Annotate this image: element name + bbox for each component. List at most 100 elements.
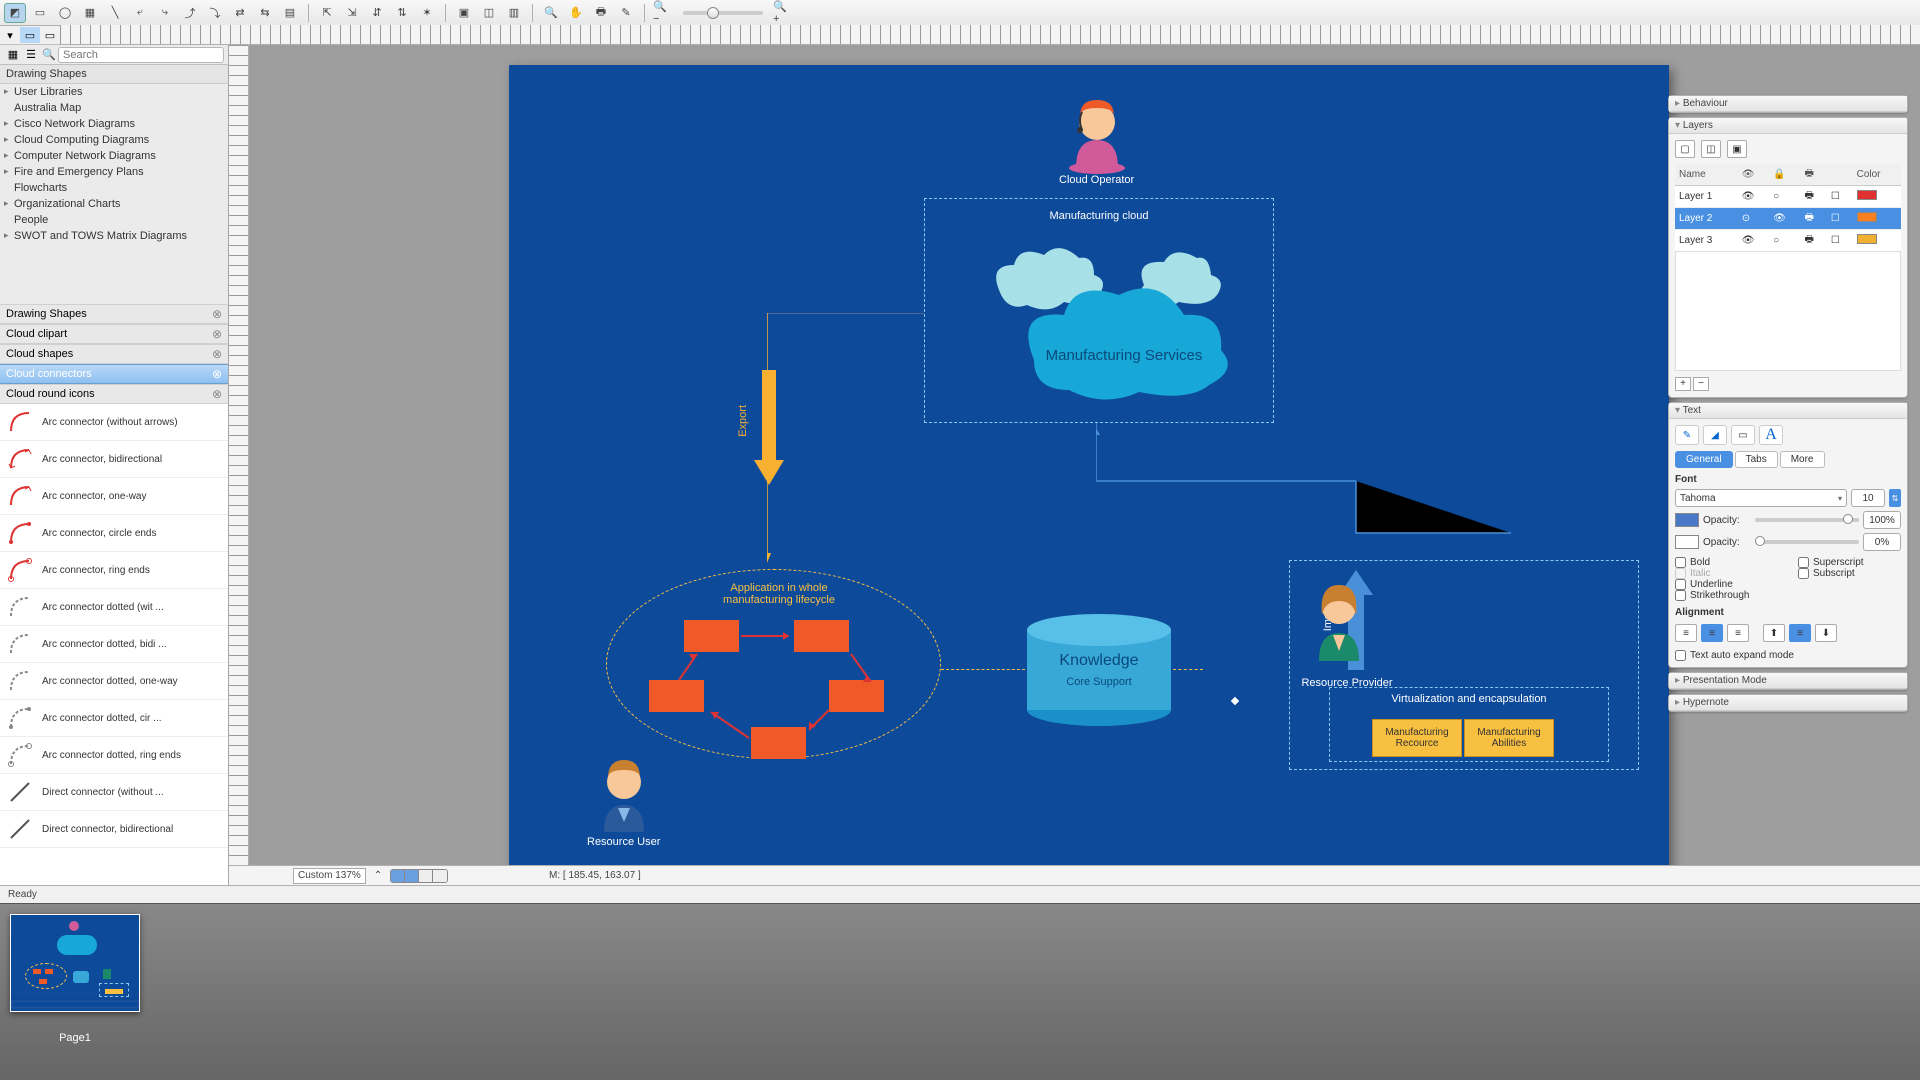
edit-tool[interactable]: ✎ xyxy=(615,3,637,23)
lib-cisco[interactable]: Cisco Network Diagrams xyxy=(0,116,228,132)
cat-cloud-round-icons[interactable]: Cloud round icons⊗ xyxy=(0,384,228,404)
mfg-resource-box[interactable]: Manufacturing Recource xyxy=(1372,719,1462,757)
lib-flowcharts[interactable]: Flowcharts xyxy=(0,180,228,196)
knowledge-cylinder[interactable]: Knowledge Core Support xyxy=(1024,610,1174,733)
text-section-title[interactable]: Text xyxy=(1669,403,1907,419)
layer-row[interactable]: Layer 2⊙👁🖶☐ xyxy=(1675,208,1901,230)
cat-cloud-connectors[interactable]: Cloud connectors⊗ xyxy=(0,364,228,384)
lib-cloud-computing[interactable]: Cloud Computing Diagrams xyxy=(0,132,228,148)
shape-item[interactable]: Arc connector, one-way xyxy=(0,478,228,515)
zoom-level[interactable]: Custom 137% xyxy=(293,868,366,884)
text-bg-swatch[interactable] xyxy=(1675,535,1699,549)
strike-checkbox[interactable]: Strikethrough xyxy=(1675,590,1778,601)
shape-item[interactable]: Arc connector, bidirectional xyxy=(0,441,228,478)
cat-cloud-clipart[interactable]: Cloud clipart⊗ xyxy=(0,324,228,344)
panel-toggle-3[interactable]: ▭ xyxy=(40,27,60,43)
lib-people[interactable]: People xyxy=(0,212,228,228)
lib-org-charts[interactable]: Organizational Charts xyxy=(0,196,228,212)
opacity-value-1[interactable]: 100% xyxy=(1863,511,1901,529)
connector-tool-1[interactable]: ⤶ xyxy=(129,3,151,23)
group-tool-1[interactable]: ▣ xyxy=(453,3,475,23)
layer-row[interactable]: Layer 3👁○🖶☐ xyxy=(1675,230,1901,252)
align-left[interactable]: ≡ xyxy=(1675,624,1697,642)
valign-bottom[interactable]: ⬇ xyxy=(1815,624,1837,642)
close-icon[interactable]: ⊗ xyxy=(212,387,222,401)
underline-checkbox[interactable]: Underline xyxy=(1675,579,1778,590)
list-view-icon[interactable]: ☰ xyxy=(22,47,40,63)
text-color-icon[interactable]: ✎ xyxy=(1675,425,1699,445)
cat-cloud-shapes[interactable]: Cloud shapes⊗ xyxy=(0,344,228,364)
lib-computer-network[interactable]: Computer Network Diagrams xyxy=(0,148,228,164)
close-icon[interactable]: ⊗ xyxy=(212,327,222,341)
lib-fire-emergency[interactable]: Fire and Emergency Plans xyxy=(0,164,228,180)
text-font-icon[interactable]: A xyxy=(1759,425,1783,445)
align-center[interactable]: ≡ xyxy=(1701,624,1723,642)
opacity-slider-2[interactable] xyxy=(1755,540,1859,544)
shape-item[interactable]: Arc connector dotted, bidi ... xyxy=(0,626,228,663)
shape-search-input[interactable] xyxy=(58,47,224,63)
mfg-abilities-box[interactable]: Manufacturing Abilities xyxy=(1464,719,1554,757)
valign-middle[interactable]: ≡ xyxy=(1789,624,1811,642)
resource-user-figure[interactable]: Resource User xyxy=(587,750,660,848)
tab-more[interactable]: More xyxy=(1780,451,1825,468)
bold-checkbox[interactable]: Bold xyxy=(1675,557,1778,568)
close-icon[interactable]: ⊗ xyxy=(212,307,222,321)
align-tool-1[interactable]: ⇱ xyxy=(316,3,338,23)
group-tool-3[interactable]: ▥ xyxy=(503,3,525,23)
tab-general[interactable]: General xyxy=(1675,451,1733,468)
zoom-out-button[interactable]: 🔍− xyxy=(652,3,674,23)
cloud-operator-figure[interactable]: Cloud Operator xyxy=(1059,90,1134,186)
behaviour-section-title[interactable]: Behaviour xyxy=(1669,96,1907,112)
align-right[interactable]: ≡ xyxy=(1727,624,1749,642)
panel-toggle-1[interactable]: ▾ xyxy=(0,27,20,43)
layers-section-title[interactable]: Layers xyxy=(1669,118,1907,134)
text-color-swatch[interactable] xyxy=(1675,513,1699,527)
connector-tool-4[interactable]: ⤵ xyxy=(204,3,226,23)
connector-tool-2[interactable]: ⤷ xyxy=(154,3,176,23)
print-tool[interactable]: 🖶 xyxy=(590,3,612,23)
zoom-slider[interactable] xyxy=(683,11,763,15)
auto-expand-checkbox[interactable]: Text auto expand mode xyxy=(1675,650,1901,661)
layer-tool-2[interactable]: ◫ xyxy=(1701,140,1721,158)
group-tool-2[interactable]: ◫ xyxy=(478,3,500,23)
hypernote-section-title[interactable]: Hypernote xyxy=(1669,695,1907,711)
text-box-icon[interactable]: ▭ xyxy=(1731,425,1755,445)
page-thumbnail[interactable]: Page1 xyxy=(10,914,140,1044)
align-tool-3[interactable]: ⇵ xyxy=(366,3,388,23)
zoom-in-button[interactable]: 🔍+ xyxy=(772,3,794,23)
align-tool-2[interactable]: ⇲ xyxy=(341,3,363,23)
lib-swot[interactable]: SWOT and TOWS Matrix Diagrams xyxy=(0,228,228,244)
select-tool[interactable]: ◩ xyxy=(4,3,26,23)
shape-item[interactable]: Direct connector, bidirectional xyxy=(0,811,228,848)
add-layer-button[interactable]: + xyxy=(1675,377,1691,391)
align-tool-4[interactable]: ⇅ xyxy=(391,3,413,23)
valign-top[interactable]: ⬆ xyxy=(1763,624,1785,642)
superscript-checkbox[interactable]: Superscript xyxy=(1798,557,1901,568)
page-tool[interactable]: ▤ xyxy=(279,3,301,23)
panel-toggle-2[interactable]: ▭ xyxy=(20,27,40,43)
layer-tool-3[interactable]: ▣ xyxy=(1727,140,1747,158)
shape-item[interactable]: Direct connector (without ... xyxy=(0,774,228,811)
line-tool[interactable]: ╲ xyxy=(104,3,126,23)
cat-drawing-shapes[interactable]: Drawing Shapes⊗ xyxy=(0,304,228,324)
connector-tool-5[interactable]: ⇄ xyxy=(229,3,251,23)
shape-item[interactable]: Arc connector dotted, one-way xyxy=(0,663,228,700)
shape-item[interactable]: Arc connector, circle ends xyxy=(0,515,228,552)
subscript-checkbox[interactable]: Subscript xyxy=(1798,568,1901,579)
view-mode-toggle[interactable] xyxy=(390,869,448,883)
table-tool[interactable]: ▦ xyxy=(79,3,101,23)
font-size-input[interactable]: 10 xyxy=(1851,489,1885,507)
shape-item[interactable]: Arc connector dotted (wit ... xyxy=(0,589,228,626)
opacity-value-2[interactable]: 0% xyxy=(1863,533,1901,551)
hand-tool[interactable]: ✋ xyxy=(565,3,587,23)
lib-australia-map[interactable]: Australia Map xyxy=(0,100,228,116)
shape-item[interactable]: Arc connector dotted, cir ... xyxy=(0,700,228,737)
anchor-handle[interactable] xyxy=(1231,697,1239,705)
close-icon[interactable]: ⊗ xyxy=(212,347,222,361)
italic-checkbox[interactable]: Italic xyxy=(1675,568,1778,579)
shape-item[interactable]: Arc connector, ring ends xyxy=(0,552,228,589)
close-icon[interactable]: ⊗ xyxy=(212,367,222,381)
grid-view-icon[interactable]: ▦ xyxy=(4,47,22,63)
connector-tool-3[interactable]: ⤴ xyxy=(179,3,201,23)
font-select[interactable]: Tahoma xyxy=(1675,489,1847,507)
